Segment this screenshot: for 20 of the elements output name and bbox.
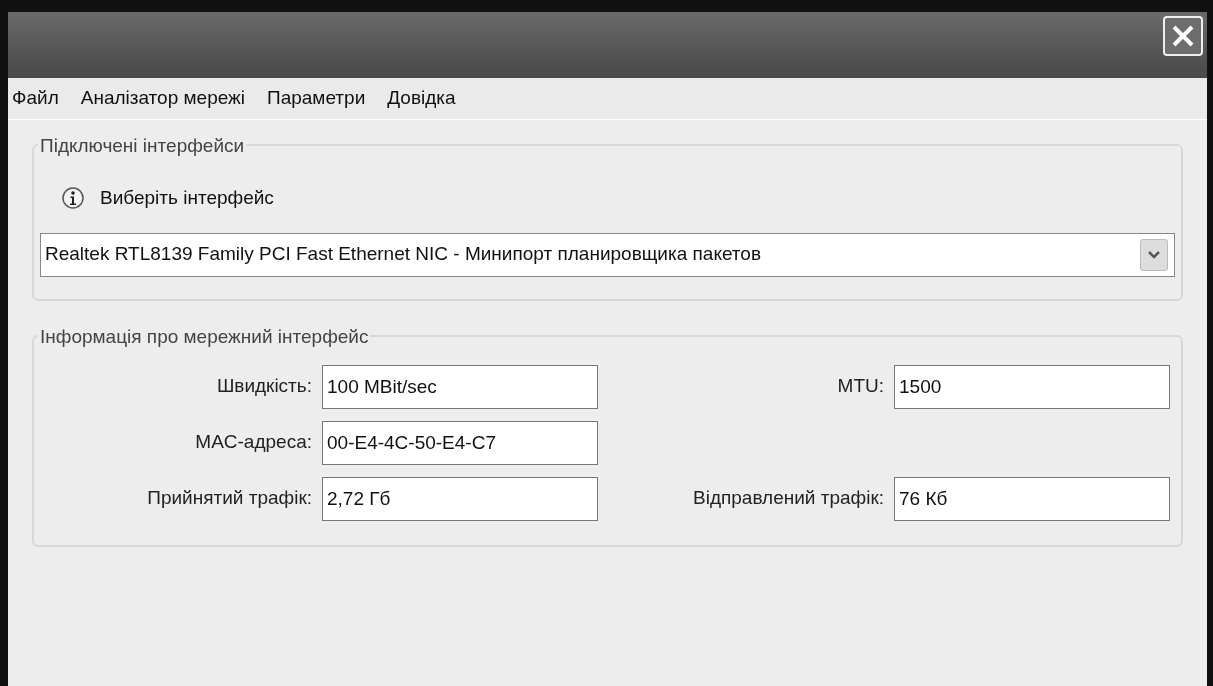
hint-text: Виберіть інтерфейс <box>100 186 274 210</box>
field-label: Відправлений трафік: <box>692 486 884 511</box>
input-field[interactable]: 2,72 Гб <box>322 476 598 521</box>
input-field[interactable]: 00-E4-4C-50-E4-C7 <box>322 420 598 465</box>
chevron-down-icon <box>1147 249 1161 260</box>
field-label: MAC-адреса: <box>194 430 312 455</box>
menu-item[interactable]: Аналізатор мережі <box>80 84 245 113</box>
close-icon <box>1170 23 1196 49</box>
field-label: MTU: <box>836 374 884 399</box>
interface-dropdown[interactable]: Realtek RTL8139 Family PCI Fast Ethernet NIC - Минипорт планировщика пакетов <box>40 232 1175 277</box>
menu-item[interactable]: Файл <box>12 84 59 113</box>
menu-item[interactable]: Довідка <box>387 84 456 113</box>
input-field[interactable]: 100 MBit/sec <box>322 364 598 409</box>
field-label: Швидкість: <box>215 374 312 399</box>
close-button[interactable] <box>1163 16 1203 56</box>
menu-item[interactable]: Параметри <box>267 84 366 113</box>
field-label: Прийнятий трафік: <box>146 486 312 511</box>
info-icon <box>62 187 84 210</box>
input-field[interactable]: 1500 <box>894 364 1170 409</box>
input-field[interactable]: 76 Кб <box>894 476 1170 521</box>
